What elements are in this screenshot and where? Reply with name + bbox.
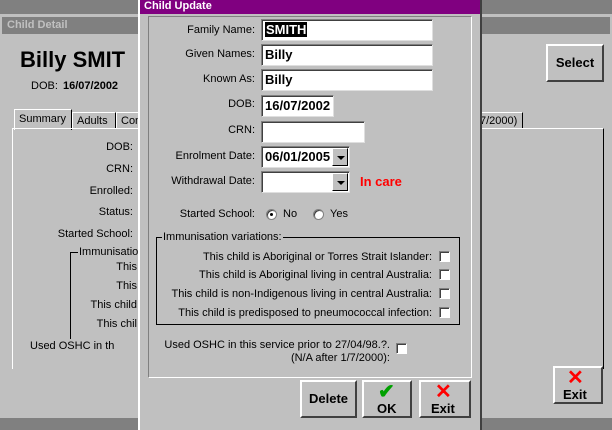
imm-item-aboriginal-central-checkbox[interactable] bbox=[439, 269, 450, 280]
imm-item-aboriginal-tsi-checkbox[interactable] bbox=[439, 251, 450, 262]
imm-item-aboriginal-central-label: This child is Aboriginal living in centr… bbox=[199, 269, 432, 281]
enrolment-date-value: 06/01/2005 bbox=[265, 149, 331, 164]
tab-summary[interactable]: Summary bbox=[14, 109, 72, 130]
started-school-yes-label: Yes bbox=[330, 208, 348, 220]
withdrawal-date-label: Withdrawal Date: bbox=[171, 175, 255, 187]
known-as-label: Known As: bbox=[203, 73, 255, 85]
imm-item-non-indigenous-checkbox[interactable] bbox=[439, 288, 450, 299]
summary-status-label: Status: bbox=[98, 206, 133, 218]
family-name-label: Family Name: bbox=[187, 24, 255, 36]
select-button[interactable]: Select bbox=[546, 44, 604, 82]
dob-field-label: DOB: bbox=[228, 98, 255, 110]
dob-value: 16/07/2002 bbox=[63, 80, 119, 92]
summary-imm-item: This bbox=[116, 280, 137, 292]
withdrawal-date-field[interactable] bbox=[261, 171, 350, 193]
family-name-field[interactable]: SMITH bbox=[261, 19, 433, 41]
summary-started-school-label: Started School: bbox=[57, 228, 133, 240]
close-x-icon: ✕ bbox=[567, 367, 584, 389]
summary-imm-item: This bbox=[116, 261, 137, 273]
oshc-label-line1: Used OSHC in this service prior to 27/04… bbox=[164, 339, 390, 351]
given-names-label: Given Names: bbox=[185, 48, 255, 60]
known-as-field[interactable]: Billy bbox=[261, 69, 433, 91]
oshc-label-line2: (N/A after 1/7/2000): bbox=[290, 352, 390, 364]
tab-adults[interactable]: Adults bbox=[72, 112, 116, 129]
summary-dob-label: DOB: bbox=[106, 141, 133, 153]
summary-enrolled-label: Enrolled: bbox=[89, 185, 133, 197]
crn-field[interactable] bbox=[261, 121, 365, 143]
child-name-heading: Billy SMIT bbox=[20, 47, 126, 72]
summary-oshc-label: Used OSHC in th bbox=[30, 340, 115, 352]
chevron-down-icon[interactable] bbox=[332, 148, 348, 166]
immunisation-group-label: Immunisation variations: bbox=[162, 231, 283, 243]
started-school-label: Started School: bbox=[179, 208, 255, 220]
imm-item-aboriginal-tsi-label: This child is Aboriginal or Torres Strai… bbox=[202, 251, 432, 263]
started-school-no-radio[interactable] bbox=[266, 209, 277, 220]
status-text: In care bbox=[360, 174, 402, 189]
child-update-dialog: Child Update Family Name: Given Names: K… bbox=[138, 0, 482, 430]
delete-button[interactable]: Delete bbox=[300, 380, 357, 418]
enrolment-date-label: Enrolment Date: bbox=[175, 150, 255, 162]
summary-immunisation-label: Immunisation bbox=[78, 246, 146, 258]
started-school-yes-radio[interactable] bbox=[313, 209, 324, 220]
started-school-no-label: No bbox=[283, 208, 298, 220]
ok-label: OK bbox=[377, 401, 397, 416]
child-update-titlebar: Child Update bbox=[140, 0, 480, 14]
imm-item-non-indigenous-label: This child is non-Indigenous living in c… bbox=[171, 288, 432, 300]
crn-label: CRN: bbox=[228, 124, 255, 136]
exit-button[interactable]: ✕ Exit bbox=[419, 380, 471, 418]
dob-label: DOB: bbox=[31, 80, 58, 92]
oshc-checkbox[interactable] bbox=[396, 343, 407, 354]
child-update-title: Child Update bbox=[144, 0, 212, 12]
ok-button[interactable]: ✔ OK bbox=[362, 380, 412, 418]
given-names-field[interactable]: Billy bbox=[261, 44, 433, 66]
tab-other-label: 7/2000) bbox=[480, 115, 518, 127]
enrolment-date-field[interactable]: 06/01/2005 bbox=[261, 146, 350, 168]
chevron-down-icon[interactable] bbox=[332, 173, 348, 191]
exit-label: Exit bbox=[431, 401, 455, 416]
tab-summary-label: Summary bbox=[19, 113, 67, 125]
imm-item-pneumococcal-label: This child is predisposed to pneumococca… bbox=[178, 307, 432, 319]
child-detail-title: Child Detail bbox=[7, 19, 68, 31]
close-x-icon: ✕ bbox=[435, 381, 452, 403]
summary-crn-label: CRN: bbox=[106, 163, 133, 175]
checkmark-icon: ✔ bbox=[378, 381, 395, 403]
tab-adults-label: Adults bbox=[77, 115, 108, 127]
back-exit-button[interactable]: ✕ Exit bbox=[553, 366, 603, 404]
summary-imm-item: This chil bbox=[96, 318, 137, 330]
back-exit-label: Exit bbox=[563, 387, 587, 402]
dob-field[interactable]: 16/07/2002 bbox=[261, 95, 334, 117]
family-name-value: SMITH bbox=[265, 22, 308, 37]
imm-item-pneumococcal-checkbox[interactable] bbox=[439, 307, 450, 318]
tab-other[interactable]: 7/2000) bbox=[478, 112, 523, 129]
summary-imm-item: This child bbox=[90, 299, 137, 311]
